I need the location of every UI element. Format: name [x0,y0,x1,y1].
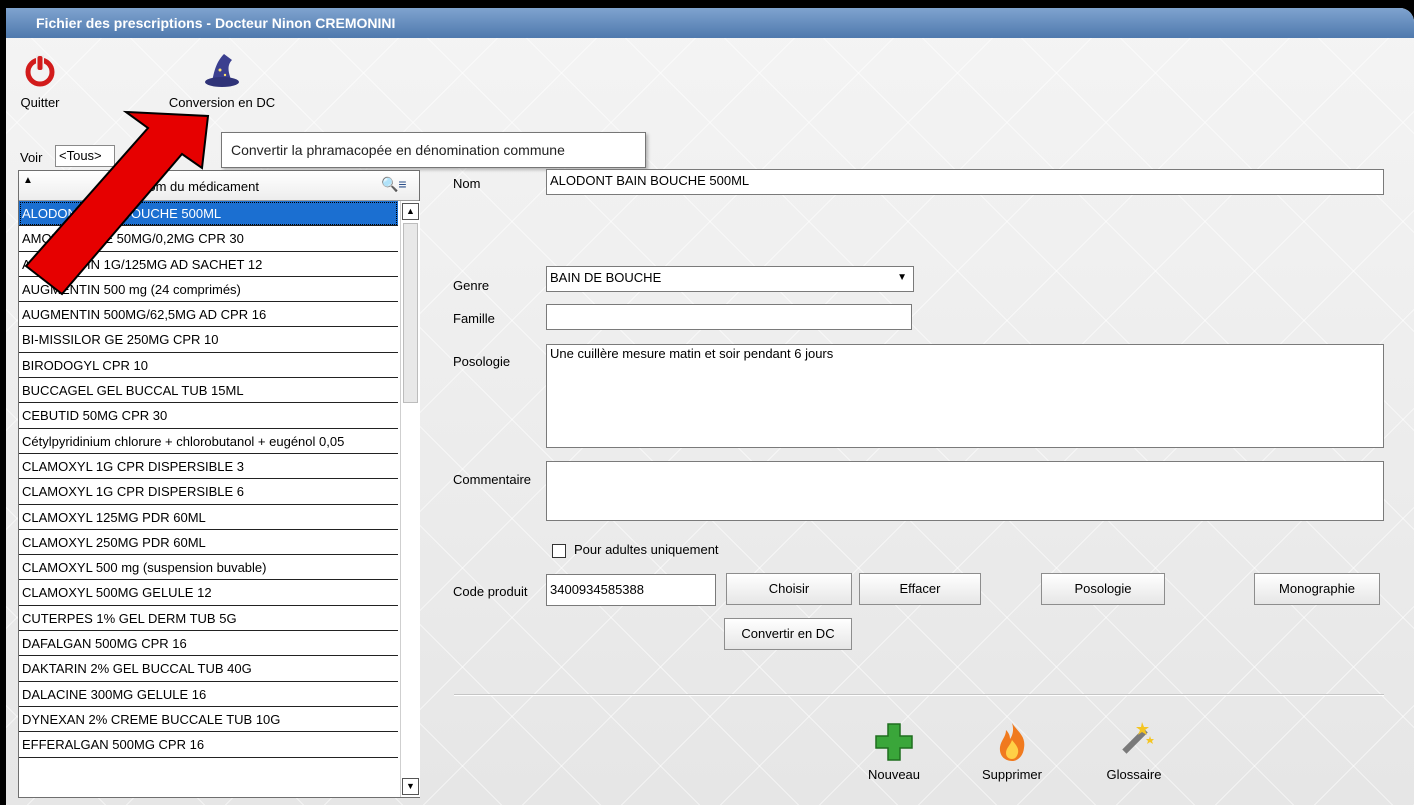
wizard-hat-icon [205,54,239,87]
supprimer-label: Supprimer [982,767,1042,782]
nouveau-button[interactable]: Nouveau [862,720,926,782]
adults-only-label: Pour adultes uniquement [574,542,719,557]
genre-select[interactable]: BAIN DE BOUCHE ▼ [546,266,914,292]
medication-rows: ALODONT BAIN BOUCHE 500ML AMOXICILLINE 5… [19,201,398,758]
conversion-dc-button[interactable]: Conversion en DC [152,52,292,110]
list-item[interactable]: CUTERPES 1% GEL DERM TUB 5G [19,606,398,632]
flame-icon [999,723,1025,761]
power-icon [25,55,55,87]
magic-wand-icon [1122,722,1154,754]
scroll-up-icon[interactable]: ▲ [402,203,419,220]
list-item[interactable]: CLAMOXYL 125MG PDR 60ML [19,505,398,530]
conversion-dc-label: Conversion en DC [168,95,276,110]
quit-label: Quitter [20,95,60,110]
monographie-button[interactable]: Monographie [1254,573,1380,605]
list-item[interactable]: CLAMOXYL 1G CPR DISPERSIBLE 3 [19,454,398,480]
list-item[interactable]: CLAMOXYL 250MG PDR 60ML [19,530,398,556]
window-title: Fichier des prescriptions - Docteur Nino… [6,8,1414,38]
posologie-field[interactable]: Une cuillère mesure matin et soir pendan… [546,344,1384,448]
list-item[interactable]: AUGMENTIN 500MG/62,5MG AD CPR 16 [19,302,398,328]
list-item[interactable]: BUCCAGEL GEL BUCCAL TUB 15ML [19,378,398,404]
divider [454,694,1384,696]
list-item[interactable]: CLAMOXYL 1G CPR DISPERSIBLE 6 [19,479,398,505]
scroll-down-icon[interactable]: ▼ [402,778,419,795]
sort-asc-icon[interactable]: ▲ [23,175,33,186]
list-header[interactable]: ▲ Nom du médicament 🔍≡ [19,171,419,201]
scroll-thumb[interactable] [403,223,418,403]
glossaire-button[interactable]: Glossaire [1099,718,1169,782]
commentaire-label: Commentaire [453,472,532,487]
commentaire-field[interactable] [546,461,1384,521]
voir-select[interactable]: <Tous> [55,145,115,167]
list-item[interactable]: DAFALGAN 500MG CPR 16 [19,631,398,657]
genre-value: BAIN DE BOUCHE [550,270,662,285]
list-item[interactable]: CLAMOXYL 500 mg (suspension buvable) [19,555,398,581]
list-item[interactable]: BI-MISSILOR GE 250MG CPR 10 [19,327,398,353]
list-scrollbar[interactable]: ▲ ▼ [400,201,420,797]
list-header-label: Nom du médicament [139,179,259,194]
nom-label: Nom [453,176,481,191]
famille-label: Famille [453,311,495,326]
list-item[interactable]: Cétylpyridinium chlorure + chlorobutanol… [19,429,398,454]
list-item[interactable]: DYNEXAN 2% CREME BUCCALE TUB 10G [19,707,398,733]
plus-icon [875,723,913,761]
list-item[interactable]: DALACINE 300MG GELULE 16 [19,682,398,707]
chevron-down-icon[interactable]: ▼ [897,267,907,289]
nom-field[interactable]: ALODONT BAIN BOUCHE 500ML [546,169,1384,195]
voir-label: Voir [20,150,43,165]
list-item[interactable]: DAKTARIN 2% GEL BUCCAL TUB 40G [19,656,398,682]
code-produit-label: Code produit [453,584,528,599]
code-produit-field[interactable]: 3400934585388 [546,574,716,606]
genre-label: Genre [453,278,490,293]
supprimer-button[interactable]: Supprimer [974,720,1050,782]
adults-only-checkbox[interactable] [552,544,566,558]
medication-list[interactable]: ▲ Nom du médicament 🔍≡ ALODONT BAIN BOUC… [18,170,420,798]
list-item[interactable]: AMOXICILLINE 50MG/0,2MG CPR 30 [19,226,398,252]
list-item[interactable]: AUGMENTIN 1G/125MG AD SACHET 12 [19,252,398,277]
posologie-label: Posologie [453,354,511,369]
list-item[interactable]: CEBUTID 50MG CPR 30 [19,403,398,429]
famille-field[interactable] [546,304,912,330]
search-filter-icon[interactable]: 🔍≡ [381,176,407,193]
glossaire-label: Glossaire [1106,767,1162,782]
list-item[interactable]: BIRODOGYL CPR 10 [19,353,398,379]
quit-button[interactable]: Quitter [10,54,70,110]
list-item[interactable]: CLAMOXYL 500MG GELULE 12 [19,580,398,606]
posologie-button[interactable]: Posologie [1041,573,1165,605]
list-item[interactable]: ALODONT BAIN BOUCHE 500ML [19,201,398,227]
conversion-tooltip: Convertir la phramacopée en dénomination… [221,132,646,168]
list-item[interactable]: AUGMENTIN 500 mg (24 comprimés) [19,277,398,303]
choisir-button[interactable]: Choisir [726,573,852,605]
effacer-button[interactable]: Effacer [859,573,981,605]
prescriptions-window: Fichier des prescriptions - Docteur Nino… [6,8,1414,805]
list-item[interactable]: EFFERALGAN 500MG CPR 16 [19,732,398,758]
nouveau-label: Nouveau [867,767,921,782]
convertir-dc-button[interactable]: Convertir en DC [724,618,852,650]
